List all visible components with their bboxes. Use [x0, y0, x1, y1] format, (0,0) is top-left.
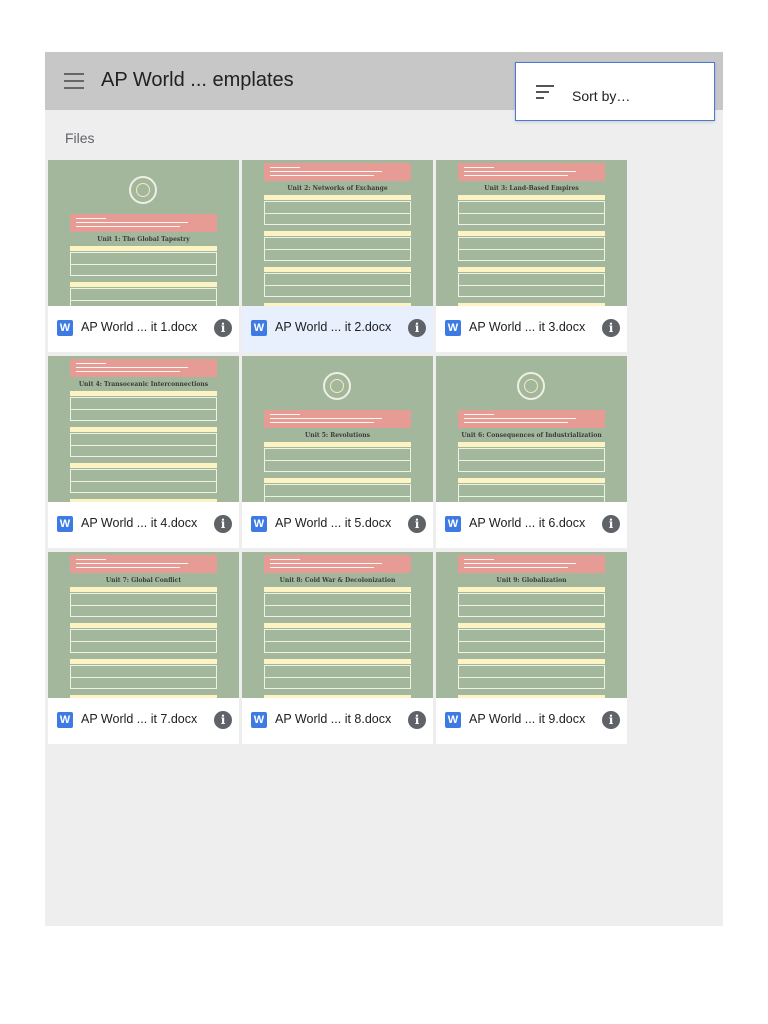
- file-card-footer: W AP World ... it 9.docx i: [436, 698, 627, 744]
- unit-title-text: Unit 7: Global Conflict: [105, 577, 182, 584]
- document-thumbnail: Unit 8: Cold War & Decolonization: [242, 552, 433, 698]
- unit-title-text: Unit 9: Globalization: [496, 577, 567, 584]
- sort-by-label: Sort by…: [572, 88, 631, 104]
- word-doc-icon: W: [445, 516, 461, 532]
- seal-icon: [517, 372, 545, 400]
- info-icon[interactable]: i: [214, 319, 232, 337]
- unit-title-text: Unit 6: Consequences of Industrializatio…: [461, 432, 602, 439]
- file-name: AP World ... it 4.docx: [81, 516, 198, 530]
- word-doc-icon: W: [445, 712, 461, 728]
- file-card[interactable]: Unit 5: Revolutions W AP World ... it 5.do…: [242, 356, 433, 548]
- word-doc-icon: W: [251, 516, 267, 532]
- file-card-footer: W AP World ... it 2.docx i: [242, 306, 433, 352]
- word-doc-icon: W: [445, 320, 461, 336]
- file-card[interactable]: Unit 2: Networks of Exchange W AP World ..…: [242, 160, 433, 352]
- file-card[interactable]: Unit 8: Cold War & Decolonization W AP Wor…: [242, 552, 433, 744]
- info-icon[interactable]: i: [214, 515, 232, 533]
- hamburger-menu-icon[interactable]: [64, 73, 84, 89]
- file-card-footer: W AP World ... it 5.docx i: [242, 502, 433, 548]
- word-doc-icon: W: [57, 712, 73, 728]
- info-icon[interactable]: i: [408, 711, 426, 729]
- word-doc-icon: W: [57, 516, 73, 532]
- unit-title-text: Unit 2: Networks of Exchange: [287, 185, 388, 192]
- document-thumbnail: Unit 4: Transoceanic Interconnections: [48, 356, 239, 502]
- word-doc-icon: W: [251, 712, 267, 728]
- info-icon[interactable]: i: [602, 515, 620, 533]
- file-card[interactable]: Unit 3: Land-Based Empires W AP World ... …: [436, 160, 627, 352]
- file-name: AP World ... it 9.docx: [469, 712, 586, 726]
- file-card-footer: W AP World ... it 7.docx i: [48, 698, 239, 744]
- document-thumbnail: Unit 6: Consequences of Industrializatio…: [436, 356, 627, 502]
- file-card-footer: W AP World ... it 8.docx i: [242, 698, 433, 744]
- unit-title-text: Unit 4: Transoceanic Interconnections: [78, 381, 209, 388]
- document-thumbnail: Unit 2: Networks of Exchange: [242, 160, 433, 306]
- document-thumbnail: Unit 3: Land-Based Empires: [436, 160, 627, 306]
- document-thumbnail: Unit 5: Revolutions: [242, 356, 433, 502]
- file-name: AP World ... it 2.docx: [275, 320, 392, 334]
- file-card-footer: W AP World ... it 4.docx i: [48, 502, 239, 548]
- info-icon[interactable]: i: [408, 515, 426, 533]
- word-doc-icon: W: [251, 320, 267, 336]
- seal-icon: [323, 372, 351, 400]
- sort-by-menu-item[interactable]: Sort by…: [515, 62, 715, 121]
- file-card[interactable]: Unit 9: Globalization W AP World ... it 9.…: [436, 552, 627, 744]
- file-card[interactable]: Unit 6: Consequences of Industrializatio…: [436, 356, 627, 548]
- file-name: AP World ... it 3.docx: [469, 320, 586, 334]
- unit-title-text: Unit 1: The Global Tapestry: [97, 236, 190, 243]
- document-thumbnail: Unit 9: Globalization: [436, 552, 627, 698]
- document-thumbnail: Unit 7: Global Conflict: [48, 552, 239, 698]
- file-name: AP World ... it 1.docx: [81, 320, 198, 334]
- file-card[interactable]: Unit 1: The Global Tapestry W AP World ...…: [48, 160, 239, 352]
- unit-title-text: Unit 3: Land-Based Empires: [484, 185, 579, 192]
- app-window: AP World ... emplates Sort by… Files Uni…: [45, 52, 723, 926]
- info-icon[interactable]: i: [602, 319, 620, 337]
- sort-icon: [536, 85, 554, 99]
- file-name: AP World ... it 8.docx: [275, 712, 392, 726]
- word-doc-icon: W: [57, 320, 73, 336]
- file-name: AP World ... it 6.docx: [469, 516, 586, 530]
- unit-title-text: Unit 8: Cold War & Decolonization: [279, 577, 396, 584]
- file-card-footer: W AP World ... it 6.docx i: [436, 502, 627, 548]
- seal-icon: [129, 176, 157, 204]
- folder-title: AP World ... emplates: [101, 69, 294, 91]
- file-card-footer: W AP World ... it 3.docx i: [436, 306, 627, 352]
- info-icon[interactable]: i: [408, 319, 426, 337]
- info-icon[interactable]: i: [602, 711, 620, 729]
- document-thumbnail: Unit 1: The Global Tapestry: [48, 160, 239, 306]
- unit-title-text: Unit 5: Revolutions: [305, 432, 370, 439]
- files-section-label: Files: [65, 130, 95, 146]
- file-name: AP World ... it 7.docx: [81, 712, 198, 726]
- file-name: AP World ... it 5.docx: [275, 516, 392, 530]
- file-card-footer: W AP World ... it 1.docx i: [48, 306, 239, 352]
- file-card[interactable]: Unit 7: Global Conflict W AP World ... it …: [48, 552, 239, 744]
- info-icon[interactable]: i: [214, 711, 232, 729]
- file-card[interactable]: Unit 4: Transoceanic Interconnections W AP…: [48, 356, 239, 548]
